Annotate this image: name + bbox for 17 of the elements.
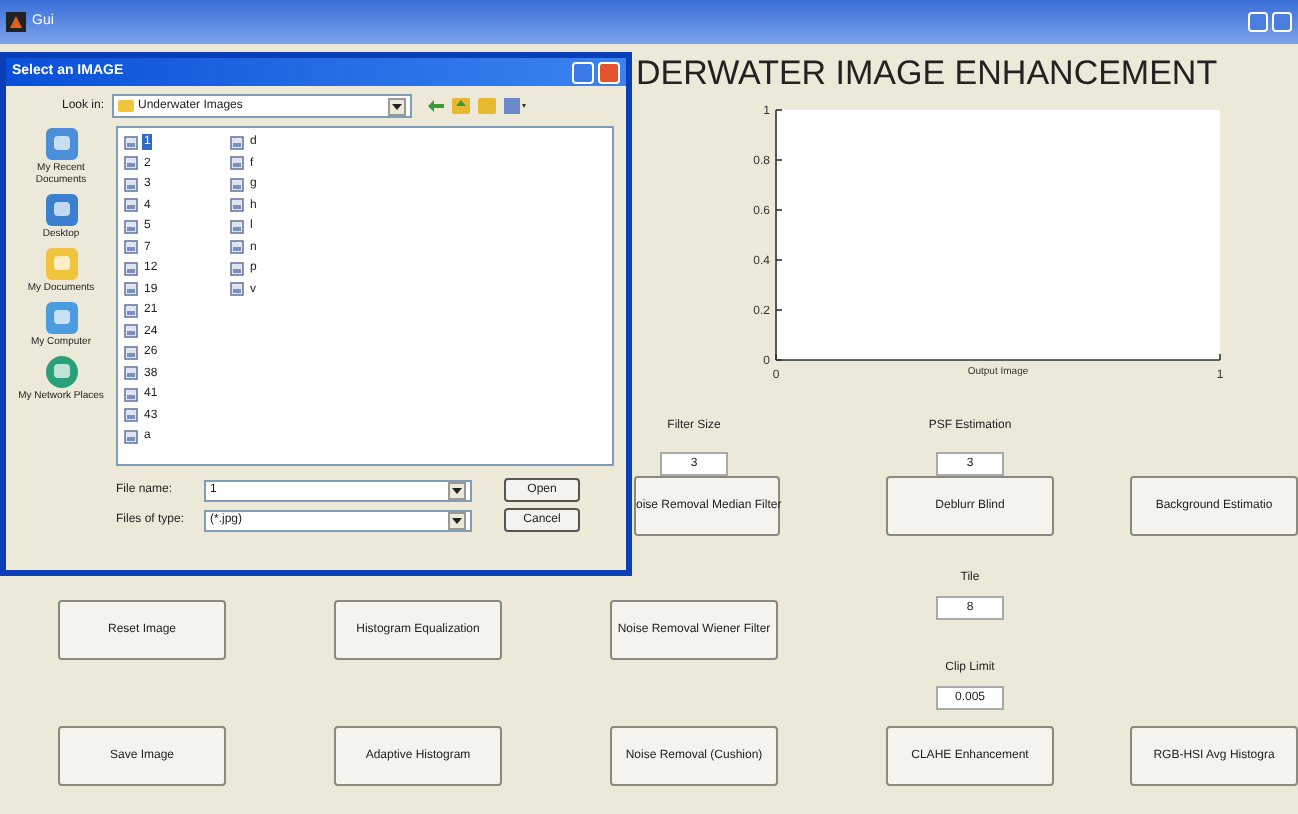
caret-icon <box>452 517 462 523</box>
dropdown-button[interactable] <box>448 481 466 499</box>
dropdown-button[interactable] <box>448 511 466 529</box>
folder-icon <box>41 246 81 282</box>
maximize-button[interactable] <box>1272 12 1292 32</box>
close-button[interactable] <box>598 61 620 83</box>
app-icon <box>6 12 26 32</box>
help-button[interactable] <box>572 61 594 83</box>
app-heading: DERWATER IMAGE ENHANCEMENT <box>636 54 1220 94</box>
caret-icon <box>452 487 462 493</box>
minimize-button[interactable] <box>1248 12 1268 32</box>
caret-icon <box>392 103 403 109</box>
back-arrow-icon[interactable] <box>428 100 445 112</box>
folder-icon <box>118 100 135 112</box>
dropdown-button[interactable] <box>388 97 407 115</box>
view-menu-icon[interactable] <box>504 98 527 114</box>
up-folder-icon[interactable] <box>452 98 471 114</box>
